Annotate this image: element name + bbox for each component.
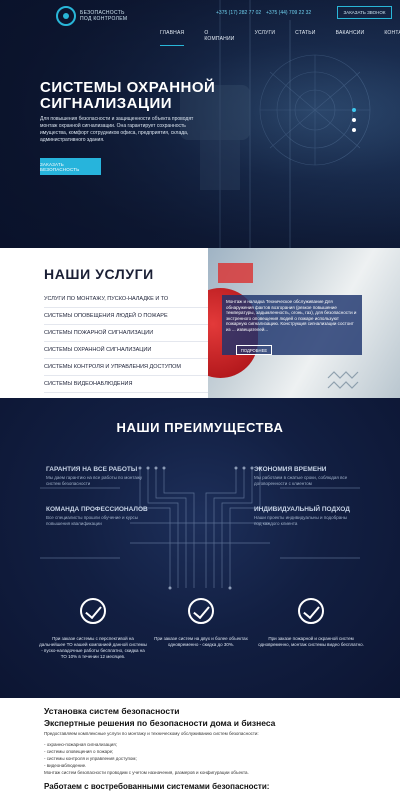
- content-list-item: - охранно-пожарная сигнализация;: [44, 742, 117, 747]
- check-icon: [80, 598, 106, 624]
- service-item-cctv[interactable]: СИСТЕМЫ ВИДЕОНАБЛЮДЕНИЯ: [44, 376, 209, 393]
- hero-title-line1: СИСТЕМЫ ОХРАННОЙ: [40, 79, 216, 96]
- hero-title-line2: СИГНАЛИЗАЦИИ: [40, 95, 173, 112]
- service-more-button[interactable]: ПОДРОБНЕЕ: [236, 345, 272, 355]
- logo[interactable]: БЕЗОПАСНОСТЬ ПОД КОНТРОЛЕМ: [56, 6, 127, 26]
- content-subheading-systems: Работаем с востребованными системами без…: [44, 782, 270, 791]
- nav-item-home[interactable]: ГЛАВНАЯ: [160, 30, 185, 46]
- services-title: НАШИ УСЛУГИ: [44, 266, 154, 282]
- offer-text-combo: При заказе пожарной и охранной систем од…: [258, 636, 364, 647]
- service-item-fire-alarm[interactable]: СИСТЕМЫ ПОЖАРНОЙ СИГНАЛИЗАЦИИ: [44, 325, 209, 342]
- phone-link-2[interactable]: +375 (44) 709 22 32: [266, 10, 311, 16]
- service-description-text: Монтаж и наладка Техническое обслуживани…: [226, 299, 357, 332]
- advantage-text-warranty: Мы даем гарантию на все работы по монтаж…: [46, 475, 143, 486]
- service-item-fire-notification[interactable]: СИСТЕМЫ ОПОВЕЩЕНИЯ ЛЮДЕЙ О ПОЖАРЕ: [44, 308, 209, 325]
- slider-pagination: [352, 108, 356, 132]
- advantage-title-approach: ИНДИВИДУАЛЬНЫЙ ПОДХОД: [254, 506, 350, 513]
- slider-dot-1[interactable]: [352, 108, 356, 112]
- advantages-title: НАШИ ПРЕИМУЩЕСТВА: [116, 420, 284, 435]
- service-item-installation[interactable]: УСЛУГИ ПО МОНТАЖУ, ПУСКО-НАЛАДКЕ И ТО: [44, 293, 209, 308]
- content-list-item: - видеонаблюдение.: [44, 763, 87, 768]
- content-note: Монтаж систем безопасности проводим с уч…: [44, 770, 249, 775]
- check-icon: [188, 598, 214, 624]
- nav-item-contacts[interactable]: КОНТАКТЫ: [384, 30, 400, 46]
- advantages-section: НАШИ ПРЕИМУЩЕСТВА ГАРАНТИЯ НА ВСЕ РАБОТЫ…: [0, 398, 400, 698]
- slider-dot-3[interactable]: [352, 128, 356, 132]
- logo-line2: ПОД КОНТРОЛЕМ: [80, 16, 128, 22]
- call-request-button[interactable]: ЗАКАЗАТЬ ЗВОНОК: [337, 6, 392, 19]
- hero-title: СИСТЕМЫ ОХРАННОЙ СИГНАЛИЗАЦИИ: [40, 80, 240, 112]
- offer-text-multi-object: При заказе систем на двух и более объект…: [154, 636, 248, 647]
- service-item-security-alarm[interactable]: СИСТЕМЫ ОХРАННОЙ СИГНАЛИЗАЦИИ: [44, 342, 209, 359]
- advantage-title-time: ЭКОНОМИЯ ВРЕМЕНИ: [254, 466, 327, 473]
- advantage-text-approach: Наши проекты индивидуальны и подобраны п…: [254, 515, 347, 526]
- content-subheading: Экспертные решения по безопасности дома …: [44, 718, 276, 728]
- services-list: УСЛУГИ ПО МОНТАЖУ, ПУСКО-НАЛАДКЕ И ТО СИ…: [44, 293, 209, 393]
- slider-dot-2[interactable]: [352, 118, 356, 122]
- content-list-item: - системы контроля и управления доступом…: [44, 756, 137, 761]
- advantage-title-team: КОМАНДА ПРОФЕССИОНАЛОВ: [46, 506, 148, 513]
- hero-description: Для повышения безопасности и защищенност…: [40, 116, 194, 143]
- content-list-item: - системы оповещения о пожаре;: [44, 749, 114, 754]
- logo-text: БЕЗОПАСНОСТЬ ПОД КОНТРОЛЕМ: [80, 10, 127, 22]
- logo-icon: [56, 6, 76, 26]
- advantage-title-warranty: ГАРАНТИЯ НА ВСЕ РАБОТЫ: [46, 466, 138, 473]
- hero-section: БЕЗОПАСНОСТЬ ПОД КОНТРОЛЕМ +375 (17) 282…: [0, 0, 400, 248]
- main-nav: ГЛАВНАЯ О КОМПАНИИ УСЛУГИ СТАТЬИ ВАКАНСИ…: [160, 30, 400, 46]
- content-heading: Установка систем безопасности: [44, 706, 180, 716]
- content-section: Установка систем безопасности Экспертные…: [0, 698, 400, 800]
- check-icon: [298, 598, 324, 624]
- advantage-text-time: Мы работаем в сжатые сроки, соблюдая все…: [254, 475, 348, 486]
- order-security-button[interactable]: ЗАКАЗАТЬ БЕЗОПАСНОСТЬ: [40, 158, 101, 175]
- phone-link-1[interactable]: +375 (17) 282 77 02: [216, 10, 261, 16]
- content-intro: Предоставляем комплексные услуги по монт…: [44, 731, 259, 736]
- nav-item-articles[interactable]: СТАТЬИ: [295, 30, 315, 46]
- service-item-access-control[interactable]: СИСТЕМЫ КОНТРОЛЯ И УПРАВЛЕНИЯ ДОСТУПОМ: [44, 359, 209, 376]
- offer-text-maintenance: При заказе системы с перспективой на дал…: [39, 636, 147, 659]
- nav-item-about[interactable]: О КОМПАНИИ: [204, 30, 234, 46]
- nav-item-vacancies[interactable]: ВАКАНСИИ: [336, 30, 365, 46]
- advantage-text-team: Все специалисты прошли обучение и курсы …: [46, 515, 138, 526]
- nav-item-services[interactable]: УСЛУГИ: [255, 30, 276, 46]
